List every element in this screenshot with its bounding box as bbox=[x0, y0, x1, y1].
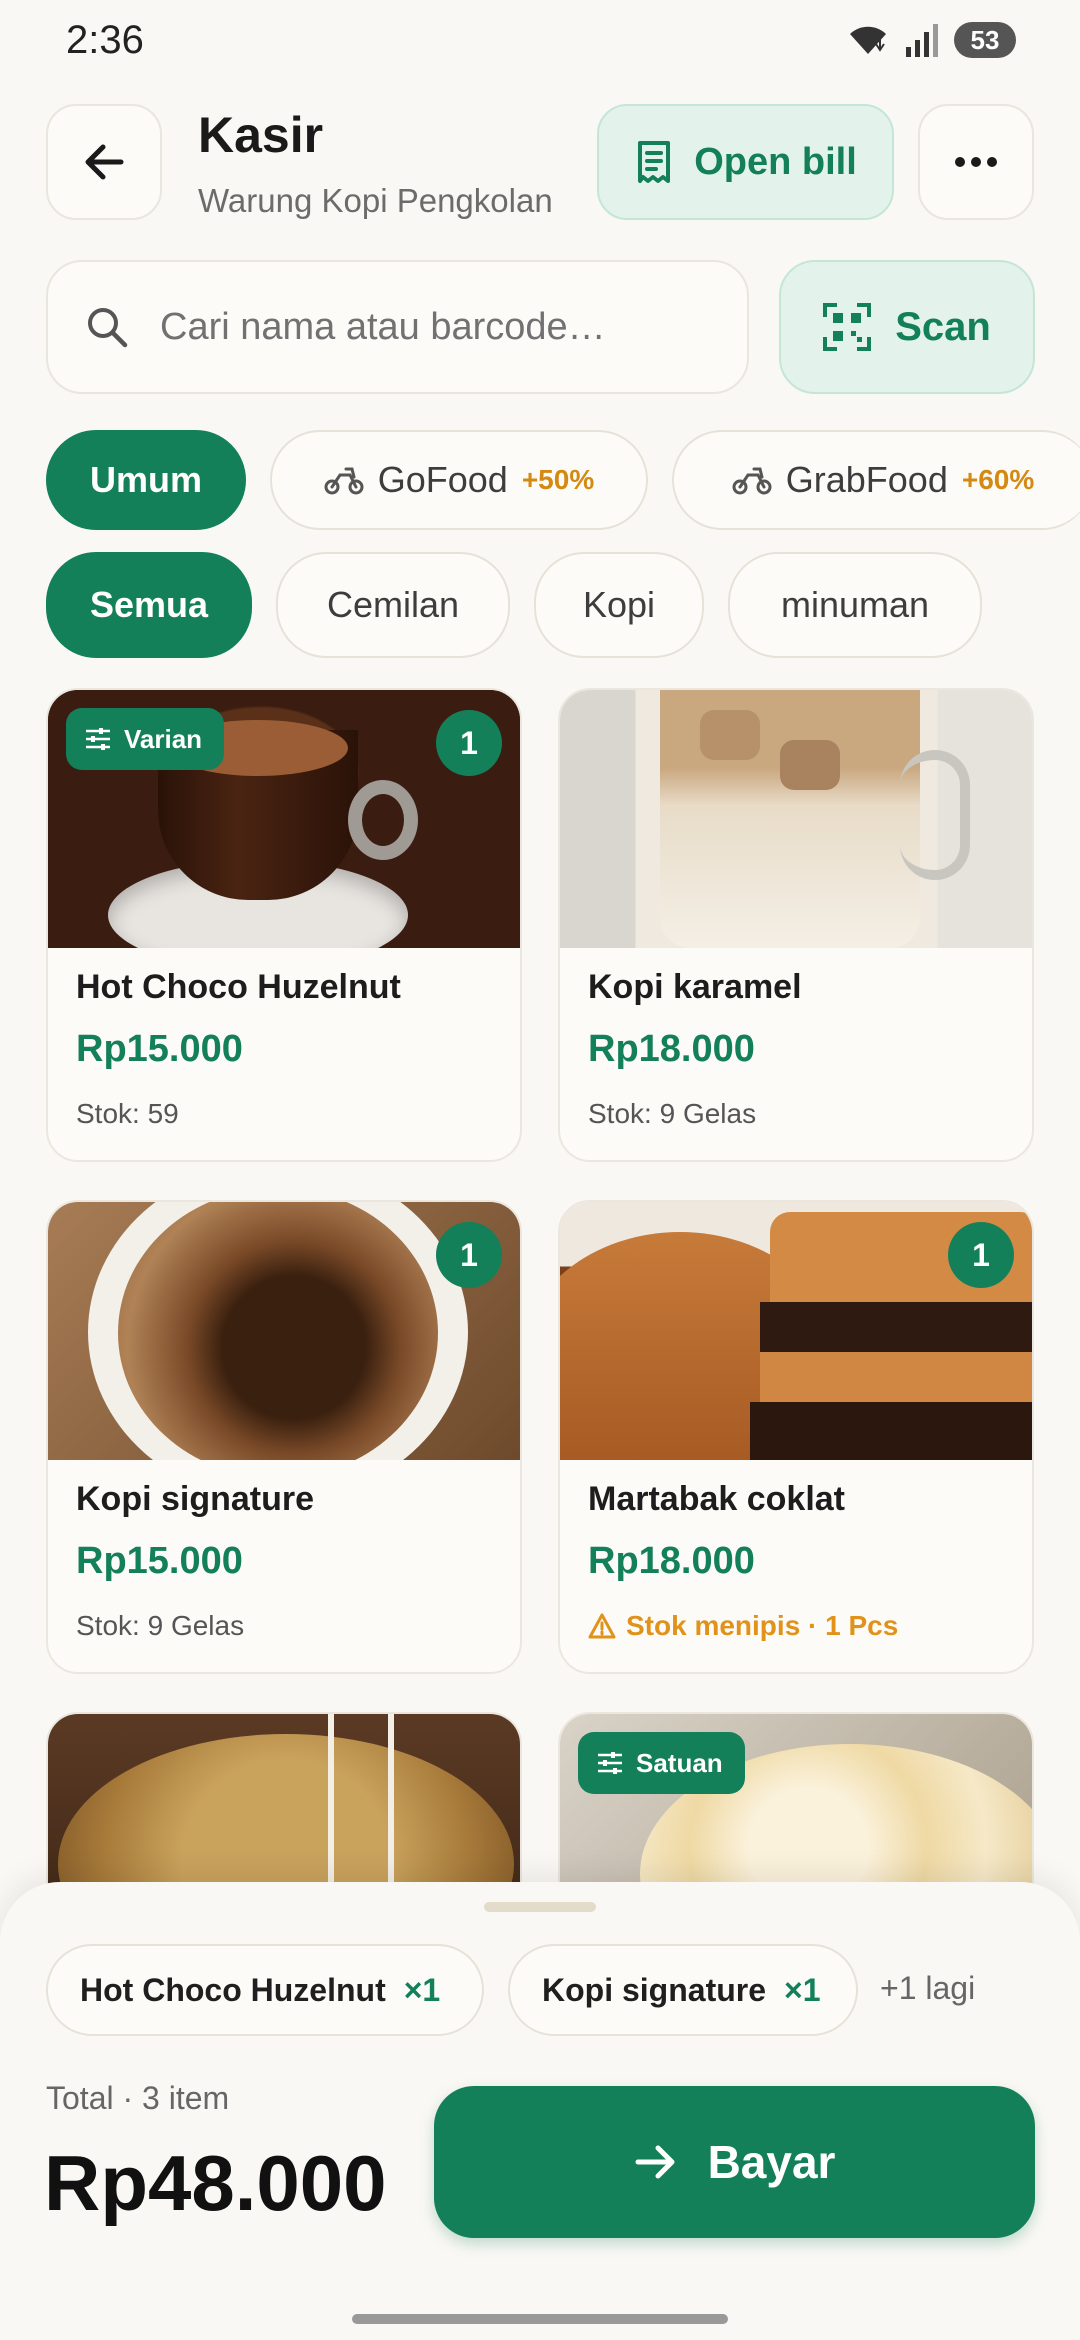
product-name: Kopi signature bbox=[76, 1480, 315, 1518]
product-name: Martabak coklat bbox=[588, 1480, 845, 1518]
product-stock: Stok: 59 bbox=[76, 1098, 179, 1129]
search-bar[interactable] bbox=[46, 260, 749, 394]
chip-label: minuman bbox=[780, 584, 930, 625]
product-card[interactable]: 1 Martabak coklat Rp18.000 Stok menipis … bbox=[558, 1200, 1034, 1674]
quantity-badge: 1 bbox=[436, 710, 502, 776]
status-icons: 53 bbox=[846, 22, 1016, 58]
product-name: Kopi karamel bbox=[588, 968, 802, 1006]
channel-chip-grabfood[interactable]: GrabFood +60% bbox=[672, 430, 1080, 530]
open-bill-label: Open bill bbox=[694, 140, 857, 183]
sliders-icon bbox=[86, 728, 110, 750]
total-label: Total · 3 item bbox=[46, 2080, 230, 2116]
back-button[interactable] bbox=[46, 104, 162, 220]
more-horizontal-icon bbox=[955, 157, 997, 167]
cart-item-chip[interactable]: Kopi signature ×1 bbox=[508, 1944, 858, 2036]
product-card[interactable]: Varian 1 Hot Choco Huzelnut Rp15.000 Sto… bbox=[46, 688, 522, 1162]
product-price: Rp15.000 bbox=[76, 1540, 243, 1582]
product-stock: Stok: 9 Gelas bbox=[588, 1098, 757, 1129]
arrow-left-icon bbox=[85, 144, 124, 180]
cart-item-qty: ×1 bbox=[403, 1971, 441, 2008]
warning-icon bbox=[588, 1613, 616, 1639]
receipt-icon bbox=[638, 141, 671, 183]
channel-chip-umum[interactable]: Umum bbox=[46, 430, 246, 530]
quantity-badge: 1 bbox=[948, 1222, 1014, 1288]
variant-badge: Varian bbox=[66, 708, 225, 770]
product-stock-warning: Stok menipis · 1 Pcs bbox=[588, 1610, 898, 1642]
home-indicator[interactable] bbox=[352, 2314, 728, 2324]
category-chip-kopi[interactable]: Kopi bbox=[534, 552, 704, 658]
markup-badge: +60% bbox=[961, 464, 1035, 495]
search-input[interactable] bbox=[160, 305, 680, 349]
product-image bbox=[560, 690, 1032, 948]
arrow-right-icon bbox=[635, 2145, 675, 2179]
chip-label: Semua bbox=[89, 584, 209, 625]
qr-scan-icon bbox=[823, 303, 872, 351]
scan-button[interactable]: Scan bbox=[779, 260, 1035, 394]
variant-label: Varian bbox=[124, 723, 203, 754]
product-price: Rp15.000 bbox=[76, 1028, 243, 1070]
product-stock: Stok: 9 Gelas bbox=[76, 1610, 245, 1641]
quantity-badge: 1 bbox=[436, 1222, 502, 1288]
product-price: Rp18.000 bbox=[588, 1540, 755, 1582]
unit-badge: Satuan bbox=[578, 1732, 745, 1794]
search-icon bbox=[88, 308, 128, 348]
cart-item-name: Kopi signature bbox=[542, 1971, 767, 2008]
cart-item-name: Hot Choco Huzelnut bbox=[80, 1971, 386, 2008]
chip-label: GoFood bbox=[377, 459, 508, 500]
markup-badge: +50% bbox=[521, 464, 595, 495]
category-chip-semua[interactable]: Semua bbox=[46, 552, 252, 658]
chip-label: Cemilan bbox=[326, 584, 460, 625]
total-value: Rp48.000 bbox=[44, 2139, 387, 2227]
product-price: Rp18.000 bbox=[588, 1028, 755, 1070]
page-title: Kasir bbox=[198, 107, 324, 163]
stock-warning-label: Stok menipis · 1 Pcs bbox=[626, 1610, 899, 1641]
more-options-button[interactable] bbox=[918, 104, 1034, 220]
signal-icon bbox=[906, 24, 938, 57]
scooter-icon bbox=[324, 467, 364, 495]
chip-label: Umum bbox=[89, 459, 202, 500]
unit-label: Satuan bbox=[636, 1747, 723, 1778]
pay-button[interactable]: Bayar bbox=[434, 2086, 1035, 2238]
product-card[interactable]: Kopi karamel Rp18.000 Stok: 9 Gelas bbox=[558, 688, 1034, 1162]
wifi-icon bbox=[850, 26, 886, 54]
open-bill-button[interactable]: Open bill bbox=[597, 104, 894, 220]
store-name: Warung Kopi Pengkolan bbox=[198, 182, 553, 219]
status-time: 2:36 bbox=[66, 18, 144, 62]
sheet-handle[interactable] bbox=[484, 1902, 596, 1912]
scooter-icon bbox=[732, 467, 772, 495]
pay-label: Bayar bbox=[707, 2136, 836, 2188]
battery-indicator: 53 bbox=[954, 22, 1016, 58]
category-chip-cemilan[interactable]: Cemilan bbox=[276, 552, 510, 658]
cart-item-qty: ×1 bbox=[784, 1971, 821, 2008]
sliders-icon bbox=[598, 1752, 622, 1774]
chip-label: GrabFood bbox=[785, 459, 948, 500]
product-card[interactable]: 1 Kopi signature Rp15.000 Stok: 9 Gelas bbox=[46, 1200, 522, 1674]
scan-label: Scan bbox=[895, 304, 991, 349]
chip-label: Kopi bbox=[582, 584, 656, 625]
category-chip-minuman[interactable]: minuman bbox=[728, 552, 982, 658]
cart-item-chip[interactable]: Hot Choco Huzelnut ×1 bbox=[46, 1944, 484, 2036]
channel-chip-gofood[interactable]: GoFood +50% bbox=[270, 430, 648, 530]
more-items-link[interactable]: +1 lagi bbox=[880, 1970, 975, 2007]
product-name: Hot Choco Huzelnut bbox=[76, 968, 401, 1006]
